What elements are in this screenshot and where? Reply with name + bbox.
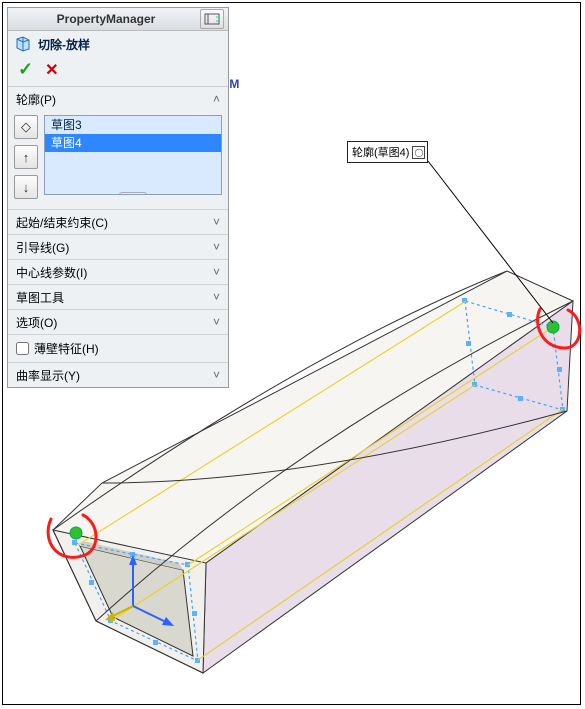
section-options[interactable]: 选项(O) ˅ — [8, 310, 228, 334]
chevron-down-icon: ˅ — [213, 290, 220, 304]
section-sketch-tools[interactable]: 草图工具 ˅ — [8, 285, 228, 309]
list-item[interactable]: 草图4 — [45, 134, 221, 152]
chevron-down-icon: ˅ — [213, 315, 220, 329]
section-profiles[interactable]: 轮廓(P) ˄ — [8, 87, 228, 111]
chevron-up-icon: ˄ — [213, 92, 220, 106]
section-guide-curves[interactable]: 引导线(G) ˅ — [8, 235, 228, 259]
list-resize-handle[interactable] — [119, 192, 147, 195]
section-start-end[interactable]: 起始/结束约束(C) ˅ — [8, 210, 228, 234]
callout-handle-icon: ◯ — [412, 146, 425, 159]
pm-pin-button[interactable] — [200, 9, 224, 29]
chevron-down-icon: ˅ — [213, 215, 220, 229]
list-item[interactable]: 草图3 — [45, 116, 221, 134]
chevron-down-icon: ˅ — [213, 265, 220, 279]
callout-label: 轮廓(草图4) — [352, 144, 409, 160]
thin-feature-label: 薄壁特征(H) — [34, 340, 99, 357]
pm-header: PropertyManager — [8, 8, 228, 31]
property-manager-panel: PropertyManager 切除-放样 ✓ ✕ 轮廓(P) ˄ — [7, 7, 229, 388]
profile-callout[interactable]: 轮廓(草图4) ◯ — [347, 141, 428, 163]
profiles-listbox[interactable]: 草图3 草图4 — [44, 115, 222, 195]
pm-title: PropertyManager — [12, 12, 200, 26]
feature-header: 切除-放样 — [8, 31, 228, 57]
profile-selector-button[interactable]: ◇ — [14, 115, 38, 139]
move-down-button[interactable]: ↓ — [14, 175, 38, 199]
thin-feature-checkbox[interactable] — [16, 342, 29, 355]
section-centerline[interactable]: 中心线参数(I) ˅ — [8, 260, 228, 284]
section-curvature[interactable]: 曲率显示(Y) ˅ — [8, 363, 228, 387]
feature-name: 切除-放样 — [38, 36, 90, 53]
loft-cut-icon — [14, 35, 32, 53]
cancel-button[interactable]: ✕ — [45, 60, 58, 80]
chevron-down-icon: ˅ — [213, 240, 220, 254]
move-up-button[interactable]: ↑ — [14, 145, 38, 169]
ok-button[interactable]: ✓ — [18, 59, 33, 80]
chevron-down-icon: ˅ — [213, 368, 220, 382]
